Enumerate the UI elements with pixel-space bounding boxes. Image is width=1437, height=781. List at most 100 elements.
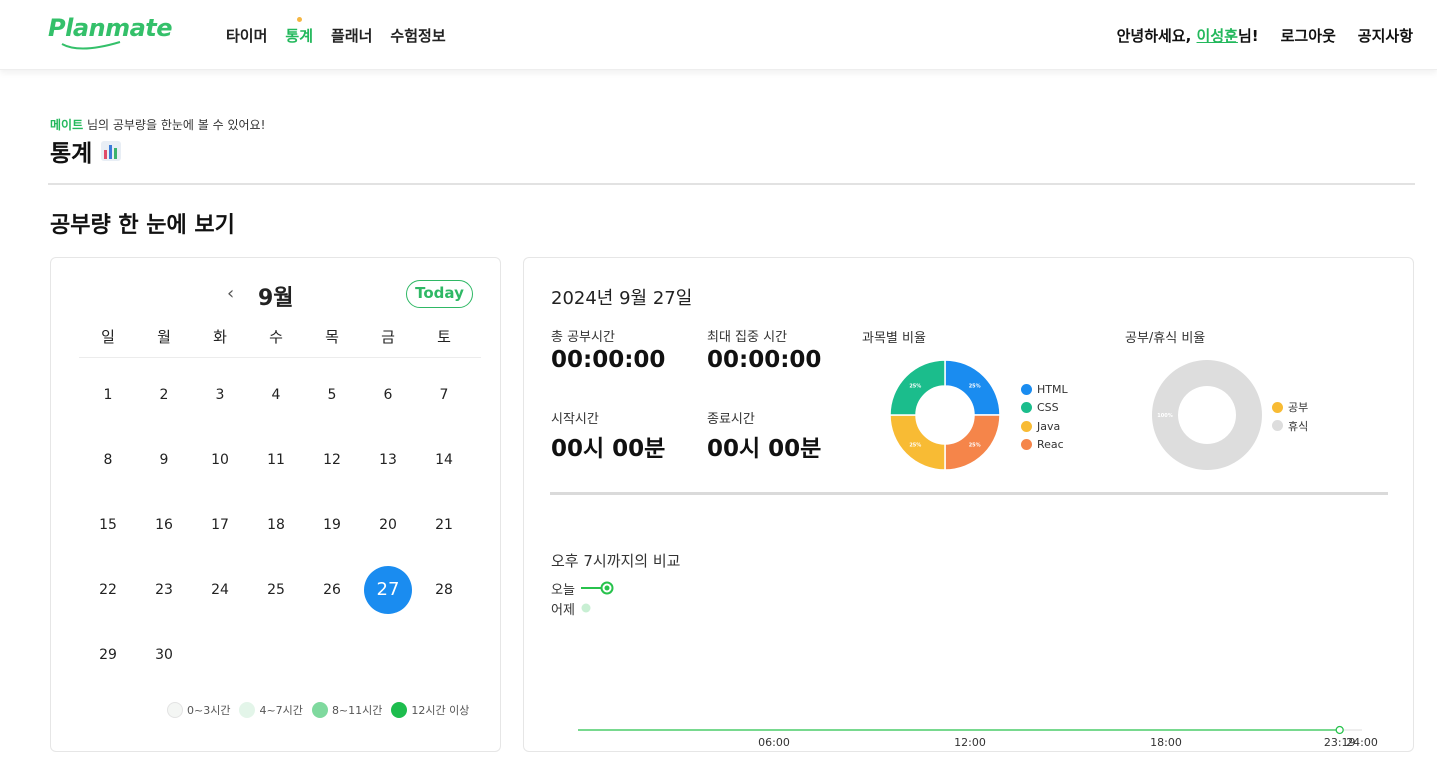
calendar-header: ‹ 9월 Today <box>51 280 502 311</box>
total-study-stat: 총 공부시간 00:00:00 <box>551 326 665 373</box>
compare-legend: 오늘어제 <box>551 578 617 618</box>
greeting: 안녕하세요, 이성훈님! <box>1117 25 1259 46</box>
legend-label: 4~7시간 <box>259 704 303 717</box>
legend-label: HTML <box>1037 382 1068 396</box>
active-dot-icon <box>297 17 303 22</box>
calendar-day[interactable]: 4 <box>252 371 300 419</box>
calendar-day-selected[interactable]: 27 <box>364 566 412 614</box>
page-title: 통계 <box>50 134 122 168</box>
slice-label: 25% <box>969 383 981 389</box>
calendar-day[interactable]: 2 <box>140 371 188 419</box>
series-legend-item: 오늘 <box>551 578 617 598</box>
rest-legend: 공부 휴식 <box>1272 398 1308 435</box>
legend-swatch <box>1021 383 1032 395</box>
nav-stats[interactable]: 통계 <box>285 17 314 46</box>
calendar-day[interactable]: 13 <box>364 436 412 484</box>
series-legend-item: 어제 <box>551 598 617 618</box>
greeting-prefix: 안녕하세요, <box>1116 27 1192 45</box>
legend-swatch <box>391 702 408 718</box>
weekday-label: 월 <box>157 328 171 346</box>
calendar-day[interactable]: 18 <box>252 501 300 549</box>
calendar-day[interactable]: 17 <box>196 501 244 549</box>
today-button[interactable]: Today <box>406 280 473 308</box>
page-title-text: 통계 <box>50 141 93 167</box>
calendar-day[interactable]: 5 <box>308 371 356 419</box>
total-study-value: 00:00:00 <box>551 347 666 373</box>
username-link[interactable]: 이성훈 <box>1197 27 1238 45</box>
subject-legend: HTML CSS Java Reac <box>1021 380 1068 454</box>
nav-stats-label: 통계 <box>285 27 314 45</box>
weekday-label: 수 <box>269 328 283 346</box>
calendar-day[interactable]: 15 <box>84 501 132 549</box>
calendar-day[interactable]: 11 <box>252 436 300 484</box>
calendar-month: 9월 <box>258 286 294 311</box>
header-right: 안녕하세요, 이성훈님! 로그아웃 공지사항 <box>1117 25 1413 46</box>
calendar-day[interactable]: 14 <box>420 436 468 484</box>
legend-swatch <box>311 702 328 718</box>
series-legend-label: 오늘 <box>551 582 575 598</box>
start-time-stat: 시작시간 00시 00분 <box>551 408 665 463</box>
slice-label: 100% <box>1157 413 1172 419</box>
weekday-label: 금 <box>381 328 395 346</box>
calendar-day[interactable]: 12 <box>308 436 356 484</box>
subject-chart-title: 과목별 비율 <box>862 331 926 346</box>
calendar-day[interactable]: 30 <box>140 631 188 679</box>
legend-swatch <box>1272 401 1283 413</box>
end-time-label: 종료시간 <box>707 412 755 427</box>
calendar-day[interactable]: 1 <box>84 371 132 419</box>
compare-title: 오후 7시까지의 비교 <box>551 552 681 570</box>
x-tick-label: 12:00 <box>954 736 986 749</box>
chevron-left-icon[interactable]: ‹ <box>227 283 234 304</box>
calendar-day[interactable]: 20 <box>364 501 412 549</box>
section-title: 공부량 한 눈에 보기 <box>50 213 235 238</box>
calendar-day[interactable]: 23 <box>140 566 188 614</box>
slice-label: 25% <box>969 443 981 449</box>
calendar-day[interactable]: 21 <box>420 501 468 549</box>
subject-donut-chart: 25% 25% 25% 25% <box>889 359 1001 471</box>
main-nav: 타이머 통계 플래너 수험정보 <box>226 17 446 46</box>
weekday-label: 목 <box>325 328 339 346</box>
greeting-suffix: 님! <box>1237 27 1259 45</box>
nav-timer[interactable]: 타이머 <box>226 25 267 46</box>
calendar-day[interactable]: 8 <box>84 436 132 484</box>
legend-label: 12시간 이상 <box>411 704 470 717</box>
weekday-label: 토 <box>437 328 451 346</box>
legend-swatch <box>1272 420 1283 432</box>
end-time-stat: 종료시간 00시 00분 <box>707 408 821 463</box>
legend-swatch <box>1021 420 1032 432</box>
nav-exam-info[interactable]: 수험정보 <box>390 25 445 46</box>
title-divider <box>48 183 1415 185</box>
series-legend-label: 어제 <box>551 602 575 618</box>
weekday-label: 화 <box>213 328 227 346</box>
x-tick-label: 18:00 <box>1150 736 1182 749</box>
calendar-day[interactable]: 16 <box>140 501 188 549</box>
calendar-legend: 0~3시간 4~7시간 8~11시간 12시간 이상 <box>167 702 469 718</box>
calendar-day[interactable]: 22 <box>84 566 132 614</box>
calendar-day[interactable]: 24 <box>196 566 244 614</box>
notice-link[interactable]: 공지사항 <box>1358 25 1413 46</box>
calendar-day[interactable]: 10 <box>196 436 244 484</box>
max-focus-stat: 최대 집중 시간 00:00:00 <box>707 326 821 373</box>
rest-chart-title: 공부/휴식 비율 <box>1125 331 1206 346</box>
legend-item: 휴식 <box>1272 417 1308 436</box>
calendar-day[interactable]: 29 <box>84 631 132 679</box>
calendar-day[interactable]: 6 <box>364 371 412 419</box>
calendar-day[interactable]: 9 <box>140 436 188 484</box>
x-tick-label: 24:00 <box>1346 736 1378 749</box>
calendar-day[interactable]: 26 <box>308 566 356 614</box>
calendar-day[interactable]: 28 <box>420 566 468 614</box>
legend-swatch <box>239 702 256 718</box>
legend-label: Reac <box>1037 438 1064 452</box>
calendar-day[interactable]: 25 <box>252 566 300 614</box>
nav-planner[interactable]: 플래너 <box>331 25 372 46</box>
calendar-day[interactable]: 7 <box>420 371 468 419</box>
end-time-value: 00시 00분 <box>707 436 822 462</box>
calendar-day[interactable]: 19 <box>308 501 356 549</box>
logout-button[interactable]: 로그아웃 <box>1281 25 1336 46</box>
legend-item: 4~7시간 <box>239 702 303 718</box>
calendar-day[interactable]: 3 <box>196 371 244 419</box>
legend-item: 0~3시간 <box>167 702 230 718</box>
max-focus-value: 00:00:00 <box>707 347 822 373</box>
legend-label: 휴식 <box>1288 419 1309 433</box>
stats-divider <box>550 492 1388 495</box>
